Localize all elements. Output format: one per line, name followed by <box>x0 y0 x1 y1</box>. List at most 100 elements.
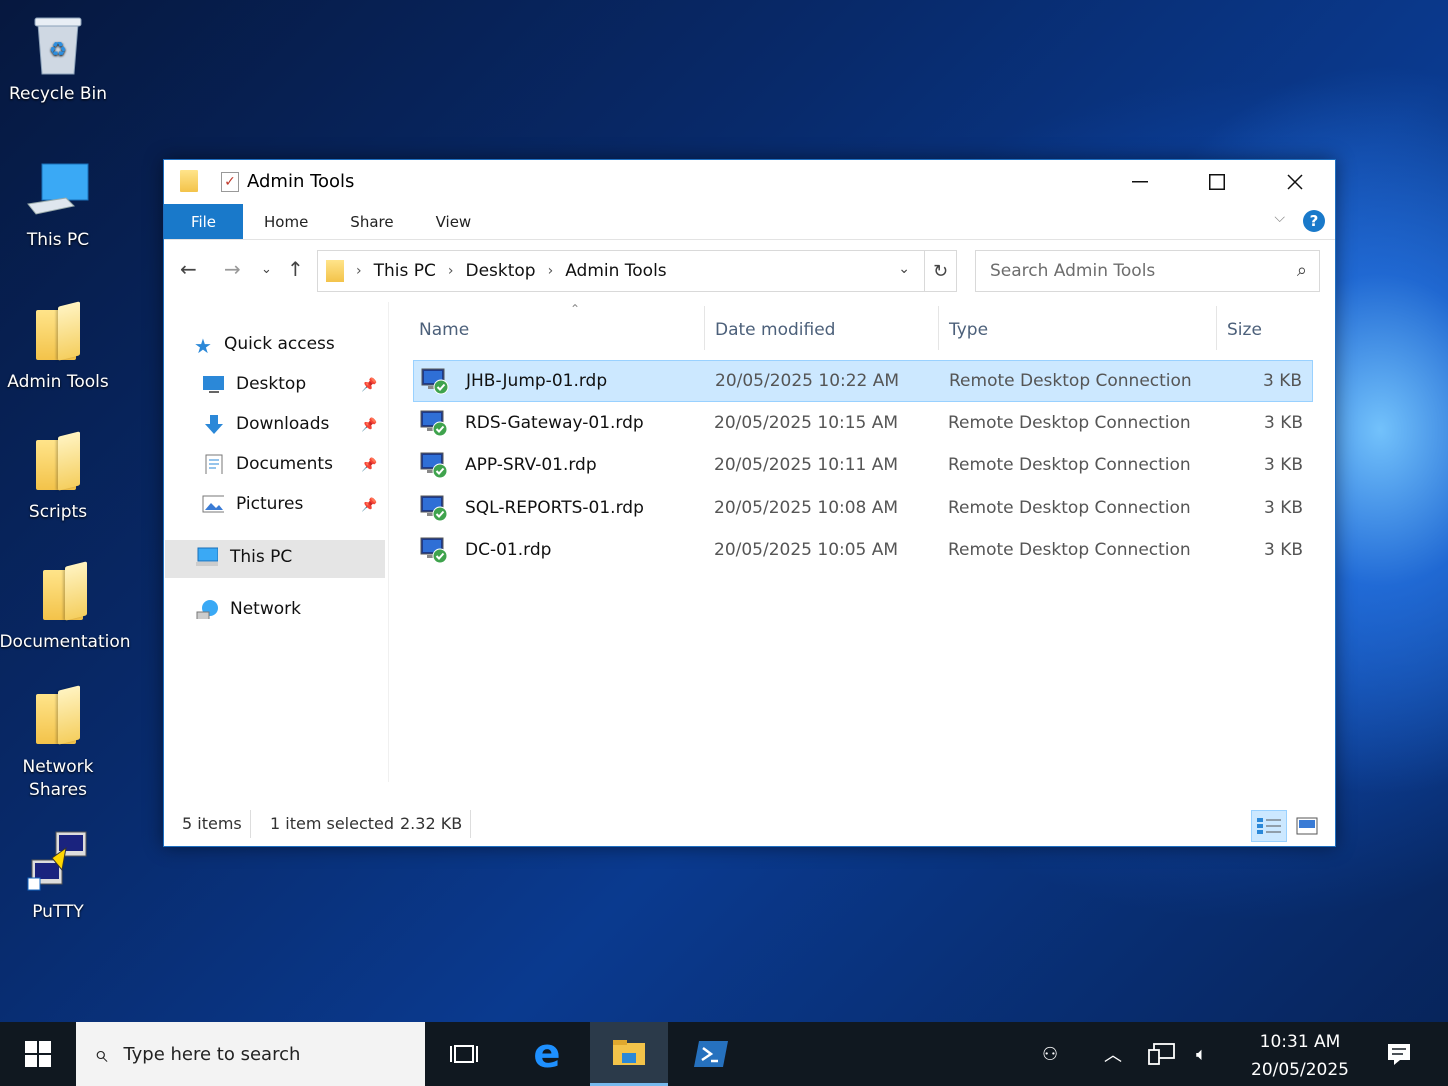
remote-desktop-icon <box>421 368 449 395</box>
up-button[interactable]: ↑ <box>287 257 304 281</box>
sidebar-item-pictures[interactable]: Pictures <box>202 494 303 514</box>
taskbar-edge-button[interactable]: e <box>508 1022 586 1086</box>
minimize-icon <box>1132 181 1148 183</box>
notification-icon <box>1388 1044 1410 1065</box>
tab-view[interactable]: View <box>415 204 493 239</box>
file-size: 3 KB <box>1263 497 1303 518</box>
sidebar-item-documents[interactable]: Documents <box>202 454 333 474</box>
sidebar-item-label: This PC <box>230 547 293 567</box>
column-divider[interactable] <box>704 306 705 350</box>
start-button[interactable] <box>0 1022 76 1086</box>
network-status-icon[interactable] <box>1148 1022 1176 1086</box>
close-button[interactable] <box>1257 160 1333 204</box>
show-hidden-icons-button[interactable]: ︿ <box>1104 1022 1122 1086</box>
recycle-bin-icon: ♻ <box>26 12 90 76</box>
pin-icon[interactable]: 📌 <box>361 378 377 393</box>
pin-icon[interactable]: 📌 <box>361 418 377 433</box>
column-header-size[interactable]: Size <box>1227 320 1262 340</box>
title-bar[interactable]: ✓ Admin Tools <box>164 160 1335 204</box>
file-type: Remote Desktop Connection <box>948 412 1191 433</box>
taskbar-powershell-button[interactable] <box>672 1022 750 1086</box>
search-placeholder: Search Admin Tools <box>990 261 1156 281</box>
sidebar-item-this-pc[interactable]: This PC <box>196 547 292 567</box>
properties-check-icon[interactable]: ✓ <box>221 172 239 192</box>
file-row[interactable]: DC-01.rdp 20/05/2025 10:05 AM Remote Deskt… <box>413 530 1313 572</box>
desktop-icon-admin-tools[interactable]: Admin Tools <box>0 300 118 392</box>
folder-icon <box>26 684 90 748</box>
pin-icon[interactable]: 📌 <box>361 458 377 473</box>
file-row[interactable]: APP-SRV-01.rdp 20/05/2025 10:11 AM Remote … <box>413 445 1313 487</box>
sidebar-item-downloads[interactable]: Downloads <box>202 414 329 434</box>
details-view-icon <box>1257 818 1281 834</box>
desktop-icon-documentation[interactable]: Documentation <box>0 560 131 652</box>
task-view-button[interactable] <box>425 1022 503 1086</box>
file-type: Remote Desktop Connection <box>948 455 1191 475</box>
file-size: 3 KB <box>1263 455 1303 475</box>
file-name: APP-SRV-01.rdp <box>465 455 597 475</box>
back-button[interactable]: ← <box>180 257 197 281</box>
column-header-name[interactable]: Name <box>419 320 469 340</box>
minimize-button[interactable] <box>1102 160 1178 204</box>
file-date: 20/05/2025 10:11 AM <box>714 455 899 475</box>
file-row[interactable]: RDS-Gateway-01.rdp 20/05/2025 10:15 AM Rem… <box>413 403 1313 445</box>
tab-file[interactable]: File <box>164 204 243 239</box>
star-icon: ★ <box>194 334 212 358</box>
file-name: JHB-Jump-01.rdp <box>466 371 608 391</box>
breadcrumb-desktop[interactable]: Desktop <box>465 261 535 281</box>
column-divider[interactable] <box>938 306 939 350</box>
ribbon-tabs: File Home Share View ⌵ ? <box>164 204 1335 240</box>
volume-icon[interactable]: 🔈︎ <box>1196 1022 1207 1086</box>
large-icons-view-button[interactable] <box>1289 810 1325 842</box>
desktop-icon-scripts[interactable]: Scripts <box>0 430 118 522</box>
column-header-type[interactable]: Type <box>949 320 988 340</box>
address-bar[interactable]: › This PC › Desktop › Admin Tools ⌄ ↻ <box>317 250 957 292</box>
putty-icon <box>26 830 90 894</box>
forward-button[interactable]: → <box>224 257 241 281</box>
refresh-button[interactable]: ↻ <box>924 251 956 291</box>
column-divider[interactable] <box>1216 306 1217 350</box>
column-header-date[interactable]: Date modified <box>715 320 835 340</box>
taskbar-file-explorer-button[interactable] <box>590 1022 668 1086</box>
expand-ribbon-icon[interactable]: ⌵ <box>1274 210 1285 226</box>
people-icon[interactable]: ⚇ <box>1042 1022 1058 1086</box>
taskbar-search-input[interactable]: ⌕ Type here to search <box>76 1022 425 1086</box>
file-row[interactable]: SQL-REPORTS-01.rdp 20/05/2025 10:08 AM Rem… <box>413 488 1313 530</box>
details-view-button[interactable] <box>1251 810 1287 842</box>
sidebar-item-network[interactable]: Network <box>196 599 301 619</box>
chevron-right-icon[interactable]: › <box>448 263 454 279</box>
pin-icon[interactable]: 📌 <box>361 498 377 513</box>
tab-home[interactable]: Home <box>243 204 329 239</box>
edge-icon: e <box>533 1031 561 1077</box>
computer-icon <box>196 547 218 566</box>
folder-icon <box>26 300 90 364</box>
chevron-right-icon[interactable]: › <box>548 263 554 279</box>
action-center-button[interactable] <box>1386 1022 1412 1086</box>
sidebar-item-desktop[interactable]: Desktop <box>202 374 306 394</box>
desktop-icon-label: Scripts <box>28 502 88 522</box>
search-icon: ⌕ <box>1296 260 1307 281</box>
taskbar-clock[interactable]: 10:31 AM 20/05/2025 <box>1240 1028 1360 1084</box>
desktop-icon-network-shares[interactable]: Network Shares <box>0 684 118 802</box>
desktop-icon-label: Admin Tools <box>7 372 109 392</box>
desktop-icon-putty[interactable]: PuTTY <box>0 830 118 922</box>
desktop-icon-recycle-bin[interactable]: ♻ Recycle Bin <box>0 12 118 104</box>
sidebar-item-quick-access[interactable]: ★ Quick access <box>194 334 335 358</box>
chevron-down-icon[interactable]: ⌄ <box>898 261 910 277</box>
file-row[interactable]: JHB-Jump-01.rdp 20/05/2025 10:22 AM Remote… <box>413 360 1313 402</box>
folder-icon <box>26 430 90 494</box>
remote-desktop-icon <box>420 495 448 521</box>
sort-ascending-icon: ⌃ <box>570 302 581 316</box>
maximize-button[interactable] <box>1179 160 1255 204</box>
breadcrumb-this-pc[interactable]: This PC <box>374 261 436 281</box>
search-input[interactable]: Search Admin Tools ⌕ <box>975 250 1320 292</box>
desktop-icon-this-pc[interactable]: This PC <box>0 158 118 250</box>
sidebar-item-label: Network <box>230 599 301 619</box>
help-button[interactable]: ? <box>1303 210 1325 232</box>
recent-locations-button[interactable]: ⌄ <box>261 262 272 277</box>
folder-icon <box>33 560 97 624</box>
task-view-icon <box>450 1045 478 1063</box>
breadcrumb-admin-tools[interactable]: Admin Tools <box>565 261 666 281</box>
status-divider <box>470 810 471 838</box>
chevron-right-icon[interactable]: › <box>356 263 362 279</box>
tab-share[interactable]: Share <box>329 204 414 239</box>
